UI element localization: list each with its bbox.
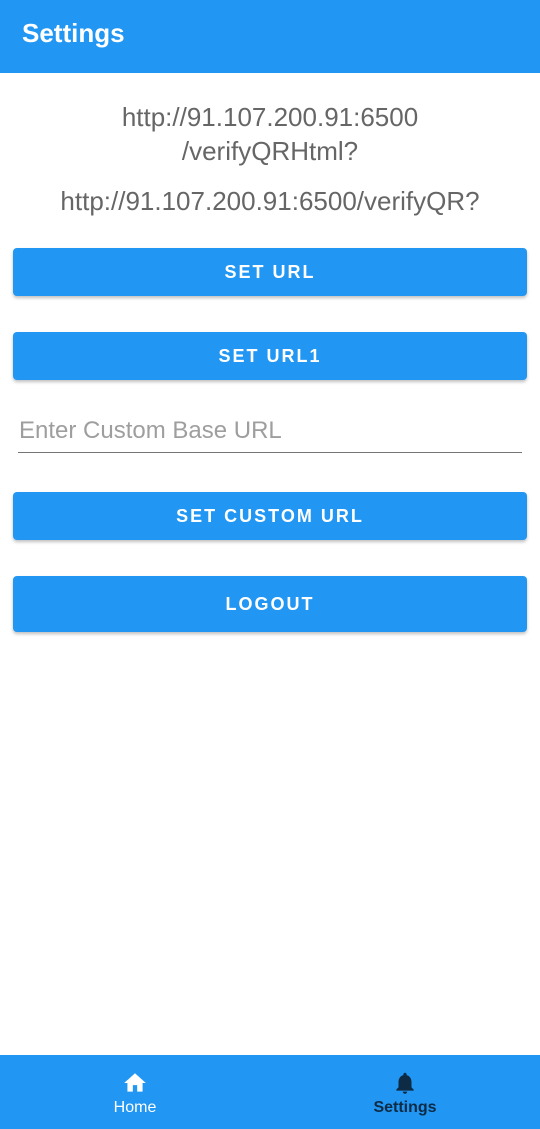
- primary-url-line1: http://91.107.200.91:6500: [121, 102, 419, 132]
- nav-label-home: Home: [113, 1098, 157, 1116]
- primary-url-text: http://91.107.200.91:6500 /verifyQRHtml?: [0, 100, 540, 168]
- set-custom-url-button[interactable]: SET CUSTOM URL: [13, 492, 527, 540]
- home-icon: [124, 1072, 146, 1092]
- logout-button[interactable]: LOGOUT: [13, 576, 527, 632]
- set-url1-button[interactable]: SET URL1: [13, 332, 527, 380]
- nav-item-settings[interactable]: Settings: [270, 1055, 540, 1129]
- page-title: Settings: [22, 18, 125, 48]
- secondary-url-text: http://91.107.200.91:6500/verifyQR?: [60, 186, 480, 216]
- custom-url-input[interactable]: [18, 412, 523, 450]
- bottom-navigation: Home Settings: [0, 1055, 540, 1129]
- set-url-button[interactable]: SET URL: [13, 248, 527, 296]
- custom-url-field: [18, 412, 523, 453]
- nav-label-settings: Settings: [373, 1098, 437, 1116]
- app-bar: Settings: [0, 0, 540, 73]
- bell-icon: [396, 1072, 414, 1094]
- settings-screen: Settings http://91.107.200.91:6500 /veri…: [0, 0, 540, 1129]
- primary-url-line2: /verifyQRHtml?: [181, 136, 359, 166]
- nav-item-home[interactable]: Home: [0, 1055, 270, 1129]
